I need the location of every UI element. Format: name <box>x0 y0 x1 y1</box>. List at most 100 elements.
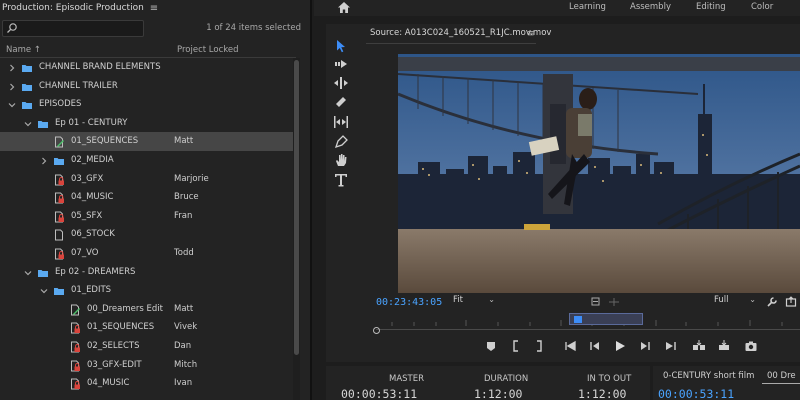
workspace-bar: Learning Assembly Editing Color <box>314 0 800 16</box>
export-frame-icon[interactable] <box>785 296 797 308</box>
hand-tool-icon[interactable] <box>333 152 349 168</box>
timeline-tab-century[interactable]: 0-CENTURY short film <box>663 371 754 381</box>
locked-project-icon <box>71 341 80 353</box>
locked-project-icon <box>55 192 64 204</box>
project-row[interactable]: 05_SFX Fran <box>0 207 293 226</box>
workspace-tab-assembly[interactable]: Assembly <box>630 2 671 12</box>
razor-tool-icon[interactable] <box>333 94 349 110</box>
chevron-down-icon[interactable] <box>23 119 33 129</box>
tools-panel <box>327 34 355 194</box>
locked-by-user: Mitch <box>174 359 198 370</box>
chevron-right-icon[interactable] <box>7 63 17 73</box>
bin-row[interactable]: 02_MEDIA <box>0 151 293 170</box>
bin-row[interactable]: Ep 02 - DREAMERS <box>0 263 293 282</box>
project-row[interactable]: 03_GFX Marjorie <box>0 170 293 189</box>
project-row[interactable]: 04_MUSIC Bruce <box>0 188 293 207</box>
project-row[interactable]: 07_VO Todd <box>0 244 293 263</box>
mark-in-icon[interactable] <box>509 339 523 353</box>
source-monitor-title[interactable]: Source: A013C024_160521_R1JC.mov.mov <box>370 28 551 38</box>
zoom-fit-dropdown[interactable]: Fit ⌄ <box>453 295 495 309</box>
search-input[interactable] <box>2 20 144 37</box>
row-label: 01_EDITS <box>71 285 112 296</box>
project-row[interactable]: 01_SEQUENCES Matt <box>0 132 293 151</box>
locked-project-icon <box>71 322 80 334</box>
row-label: CHANNEL TRAILER <box>39 80 118 91</box>
add-marker-icon[interactable] <box>484 339 498 353</box>
folder-icon <box>38 120 48 128</box>
safe-margins-icon[interactable] <box>591 297 621 307</box>
bin-row[interactable]: CHANNEL TRAILER <box>0 77 293 96</box>
bin-row[interactable]: EPISODES <box>0 95 293 114</box>
locked-project-icon <box>71 360 80 371</box>
master-timecode: 00:00:53:11 <box>341 387 418 400</box>
row-label: 04_MUSIC <box>71 192 114 203</box>
timeline-timecode[interactable]: 00:00:53:11 <box>658 387 734 400</box>
type-tool-icon[interactable] <box>333 172 349 188</box>
selection-tool-icon[interactable] <box>333 38 349 54</box>
timeline-tab-dreamers[interactable]: 00 Dre <box>767 371 796 381</box>
scrub-track[interactable] <box>376 329 800 330</box>
ripple-edit-tool-icon[interactable] <box>333 75 349 91</box>
in-to-out-value: 1:12:00 <box>578 387 627 400</box>
source-panel-menu-icon[interactable]: ≡ <box>527 29 535 39</box>
chevron-down-icon[interactable] <box>23 268 33 278</box>
go-to-out-icon[interactable] <box>663 339 677 353</box>
bin-row[interactable]: CHANNEL BRAND ELEMENTS <box>0 58 293 77</box>
step-forward-icon[interactable] <box>638 339 652 353</box>
row-label: EPISODES <box>39 99 82 110</box>
row-label: 05_SFX <box>71 210 103 221</box>
workspace-tab-learning[interactable]: Learning <box>569 2 606 12</box>
row-label: CHANNEL BRAND ELEMENTS <box>39 62 161 72</box>
go-to-in-icon[interactable] <box>564 339 578 353</box>
source-timecode[interactable]: 00:23:43:05 <box>376 297 442 308</box>
workspace-tab-editing[interactable]: Editing <box>696 2 726 12</box>
chevron-down-icon[interactable] <box>7 100 17 110</box>
locked-by-user: Ivan <box>174 378 193 389</box>
project-title: Production: Episodic Production <box>2 3 144 13</box>
home-icon[interactable] <box>337 1 351 14</box>
camera-icon[interactable] <box>744 339 758 353</box>
column-locked-header[interactable]: Project Locked <box>177 45 239 55</box>
overwrite-icon[interactable] <box>717 339 731 353</box>
step-back-icon[interactable] <box>588 339 602 353</box>
row-label: 01_SEQUENCES <box>71 136 139 147</box>
row-label: 02_MEDIA <box>71 154 114 165</box>
bin-row[interactable]: Ep 01 - CENTURY <box>0 114 293 133</box>
chevron-right-icon[interactable] <box>7 82 17 92</box>
project-panel-header: Production: Episodic Production ≡ <box>0 0 310 16</box>
project-panel: Production: Episodic Production ≡ 1 of 2… <box>0 0 312 400</box>
workspace-tab-color[interactable]: Color <box>751 2 773 12</box>
wrench-icon[interactable] <box>766 296 778 308</box>
slip-tool-icon[interactable] <box>333 114 349 130</box>
project-row[interactable]: 06_STOCK <box>0 225 293 244</box>
insert-icon[interactable] <box>692 339 706 353</box>
bridge-skateboarder-frame <box>398 54 800 293</box>
project-row[interactable]: 03_GFX-EDIT Mitch <box>0 356 293 375</box>
project-tree: CHANNEL BRAND ELEMENTS CHANNEL TRAILER EPI… <box>0 58 293 393</box>
locked-project-icon <box>55 211 64 223</box>
search-row: 1 of 24 items selected <box>2 20 305 37</box>
chevron-down-icon[interactable] <box>39 286 49 296</box>
bin-row[interactable]: 01_EDITS <box>0 281 293 300</box>
mark-out-icon[interactable] <box>532 339 546 353</box>
pen-tool-icon[interactable] <box>333 134 349 150</box>
row-label: 01_SEQUENCES <box>87 322 155 333</box>
project-row[interactable]: 01_SEQUENCES Vivek <box>0 318 293 337</box>
items-selected-count: 1 of 24 items selected <box>206 23 301 33</box>
project-row[interactable]: 02_SELECTS Dan <box>0 337 293 356</box>
locked-by-user: Vivek <box>174 322 198 333</box>
in-to-out-label: IN TO OUT <box>587 374 632 384</box>
project-row[interactable]: 04_MUSIC Ivan <box>0 374 293 393</box>
resolution-dropdown[interactable]: Full ⌄ <box>714 295 756 309</box>
transport-controls <box>480 339 770 355</box>
panel-menu-icon[interactable]: ≡ <box>150 3 158 14</box>
row-label: 03_GFX <box>71 173 104 184</box>
scrollbar-thumb[interactable] <box>294 60 299 355</box>
chevron-right-icon[interactable] <box>39 156 49 166</box>
column-name-header[interactable]: Name ↑ <box>6 45 41 55</box>
zoom-scroll-handle[interactable] <box>373 327 380 334</box>
playhead-marker[interactable] <box>574 316 582 323</box>
play-icon[interactable] <box>613 339 627 353</box>
project-row[interactable]: 00_Dreamers Edit Matt <box>0 300 293 319</box>
track-select-tool-icon[interactable] <box>333 56 349 72</box>
